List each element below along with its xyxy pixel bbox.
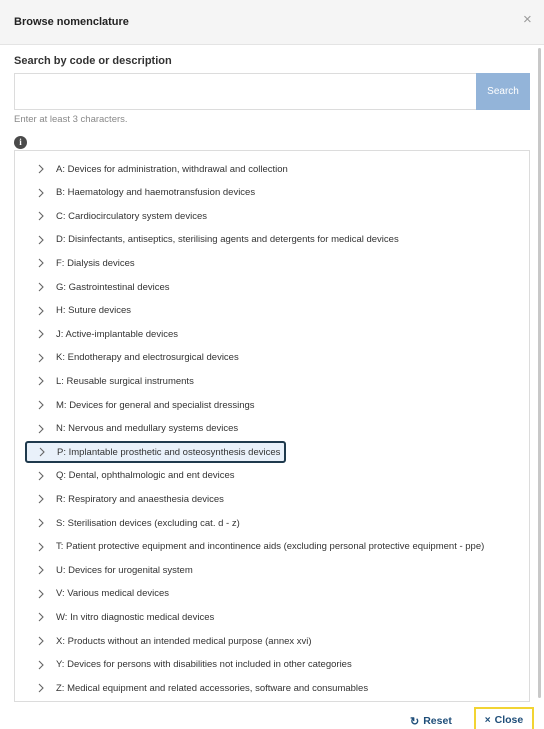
tree-item-label: R: Respiratory and anaesthesia devices — [56, 493, 224, 505]
tree-item[interactable]: J: Active-implantable devices — [25, 323, 183, 345]
search-input[interactable] — [14, 73, 476, 110]
dialog-title: Browse nomenclature — [14, 16, 129, 28]
tree-item-label: K: Endotherapy and electrosurgical devic… — [56, 352, 239, 364]
tree-item-label: Y: Devices for persons with disabilities… — [56, 659, 352, 671]
chevron-right-icon[interactable] — [34, 233, 48, 247]
search-hint: Enter at least 3 characters. — [14, 114, 128, 125]
chevron-right-icon[interactable] — [34, 516, 48, 530]
reset-label: Reset — [423, 715, 452, 727]
chevron-right-icon[interactable] — [34, 681, 48, 695]
tree-item[interactable]: L: Reusable surgical instruments — [25, 370, 199, 392]
tree-item[interactable]: Z: Medical equipment and related accesso… — [25, 677, 373, 699]
chevron-right-icon[interactable] — [34, 374, 48, 388]
tree-item[interactable]: C: Cardiocirculatory system devices — [25, 205, 212, 227]
tree-item[interactable]: U: Devices for urogenital system — [25, 559, 198, 581]
chevron-right-icon[interactable] — [34, 256, 48, 270]
tree-item[interactable]: Y: Devices for persons with disabilities… — [25, 654, 357, 676]
tree-item-label: N: Nervous and medullary systems devices — [56, 423, 239, 435]
chevron-right-icon[interactable] — [34, 658, 48, 672]
chevron-right-icon[interactable] — [34, 610, 48, 624]
tree-item[interactable]: M: Devices for general and specialist dr… — [25, 394, 260, 416]
browse-nomenclature-dialog: Browse nomenclature × Search by code or … — [0, 0, 544, 729]
tree-item-label: S: Sterilisation devices (excluding cat.… — [56, 517, 240, 529]
tree-item-label: M: Devices for general and specialist dr… — [56, 399, 255, 411]
tree-item[interactable]: X: Products without an intended medical … — [25, 630, 317, 652]
chevron-right-icon[interactable] — [34, 563, 48, 577]
tree-item[interactable]: T: Patient protective equipment and inco… — [25, 536, 489, 558]
chevron-right-icon[interactable] — [34, 304, 48, 318]
tree-item[interactable]: K: Endotherapy and electrosurgical devic… — [25, 347, 244, 369]
tree-item[interactable]: A: Devices for administration, withdrawa… — [25, 158, 293, 180]
tree-item-label: C: Cardiocirculatory system devices — [56, 210, 207, 222]
tree-item[interactable]: H: Suture devices — [25, 300, 136, 322]
close-icon[interactable]: × — [523, 12, 532, 27]
scrollbar[interactable] — [538, 44, 542, 704]
tree-item-label: A: Devices for administration, withdrawa… — [56, 163, 288, 175]
chevron-right-icon[interactable] — [34, 327, 48, 341]
tree-item[interactable]: F: Dialysis devices — [25, 252, 140, 274]
chevron-right-icon[interactable] — [34, 422, 48, 436]
search-label: Search by code or description — [14, 55, 172, 67]
tree-item[interactable]: N: Nervous and medullary systems devices — [25, 418, 243, 440]
tree-item-label: B: Haematology and haemotransfusion devi… — [56, 187, 256, 199]
chevron-right-icon[interactable] — [34, 162, 48, 176]
tree-item-label: Z: Medical equipment and related accesso… — [56, 682, 369, 694]
tree-item-label: W: In vitro diagnostic medical devices — [56, 611, 215, 623]
tree-item-label: J: Active-implantable devices — [56, 328, 178, 340]
tree-item[interactable]: Q: Dental, ophthalmologic and ent device… — [25, 465, 240, 487]
chevron-right-icon[interactable] — [34, 351, 48, 365]
chevron-right-icon[interactable] — [34, 398, 48, 412]
close-label: Close — [494, 714, 524, 726]
chevron-right-icon[interactable] — [34, 492, 48, 506]
scrollbar-thumb[interactable] — [538, 48, 541, 698]
tree-item[interactable]: D: Disinfectants, antiseptics, sterilisi… — [25, 229, 404, 251]
chevron-right-icon[interactable] — [34, 469, 48, 483]
tree-item[interactable]: P: Implantable prosthetic and osteosynth… — [25, 441, 287, 464]
reset-icon: ↻ — [410, 715, 420, 728]
dialog-header: Browse nomenclature × — [0, 0, 544, 45]
chevron-right-icon[interactable] — [34, 634, 48, 648]
tree-item-label: P: Implantable prosthetic and osteosynth… — [57, 446, 281, 458]
chevron-right-icon[interactable] — [35, 445, 49, 459]
close-button[interactable]: × Close — [474, 707, 534, 729]
reset-button[interactable]: ↻ Reset — [410, 712, 452, 729]
tree-item-label: V: Various medical devices — [56, 588, 169, 600]
tree-item-label: F: Dialysis devices — [56, 257, 135, 269]
tree-item[interactable]: S: Sterilisation devices (excluding cat.… — [25, 512, 245, 534]
tree-item-label: H: Suture devices — [56, 305, 131, 317]
chevron-right-icon[interactable] — [34, 209, 48, 223]
tree-item-label: D: Disinfectants, antiseptics, sterilisi… — [56, 234, 399, 246]
tree-item[interactable]: R: Respiratory and anaesthesia devices — [25, 488, 229, 510]
tree-item-label: U: Devices for urogenital system — [56, 564, 193, 576]
tree-item-label: T: Patient protective equipment and inco… — [56, 541, 485, 553]
close-icon: × — [484, 714, 491, 726]
chevron-right-icon[interactable] — [34, 587, 48, 601]
tree-item-label: G: Gastrointestinal devices — [56, 281, 170, 293]
tree-item-label: Q: Dental, ophthalmologic and ent device… — [56, 470, 235, 482]
info-icon[interactable]: i — [14, 136, 27, 149]
nomenclature-tree: A: Devices for administration, withdrawa… — [14, 150, 530, 702]
tree-item[interactable]: B: Haematology and haemotransfusion devi… — [25, 182, 260, 204]
tree-item[interactable]: W: In vitro diagnostic medical devices — [25, 606, 219, 628]
tree-item[interactable]: G: Gastrointestinal devices — [25, 276, 175, 298]
chevron-right-icon[interactable] — [34, 280, 48, 294]
search-button[interactable]: Search — [476, 73, 530, 110]
chevron-right-icon[interactable] — [34, 186, 48, 200]
search-row: Search — [14, 73, 530, 110]
chevron-right-icon[interactable] — [34, 540, 48, 554]
tree-item-label: X: Products without an intended medical … — [56, 635, 312, 647]
tree-item[interactable]: V: Various medical devices — [25, 583, 174, 605]
tree-item-label: L: Reusable surgical instruments — [56, 375, 194, 387]
